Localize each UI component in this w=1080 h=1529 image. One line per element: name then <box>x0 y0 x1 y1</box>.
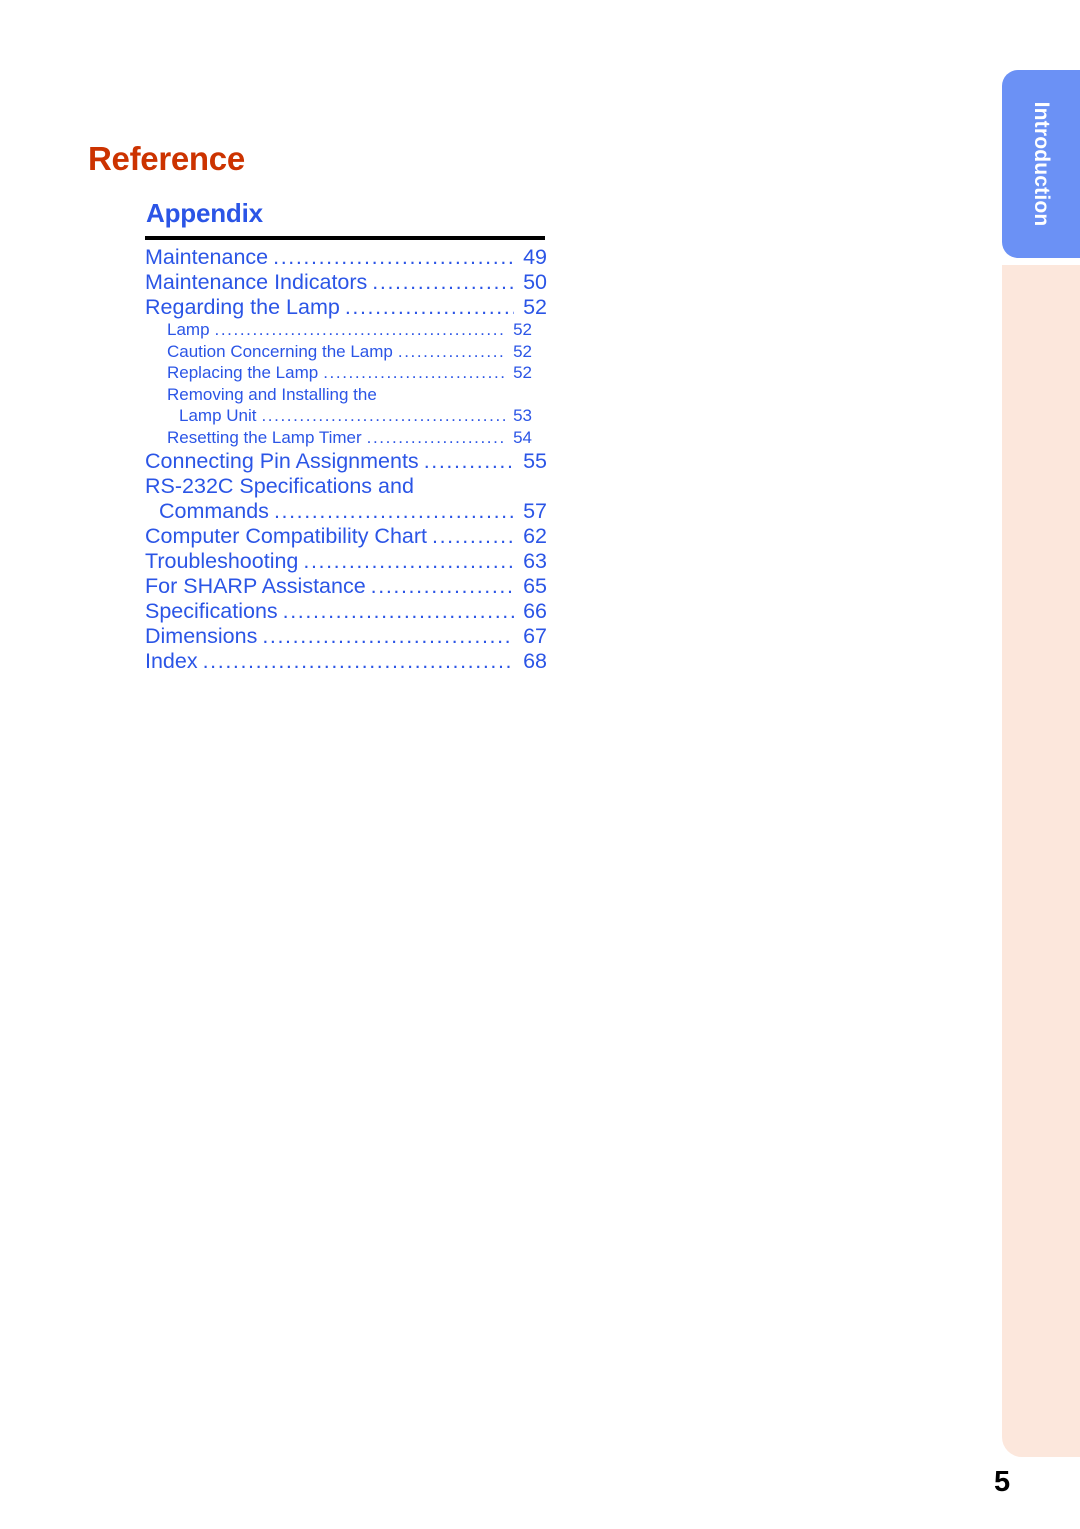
toc-leader-dots: ........................................… <box>282 599 514 623</box>
toc-entry[interactable]: Maintenance Indicators..................… <box>145 270 547 295</box>
toc-entry[interactable]: RS-232C Specifications and..............… <box>145 474 547 499</box>
section-title-appendix: Appendix <box>146 198 263 228</box>
table-of-contents: Maintenance.............................… <box>145 245 547 674</box>
toc-entry[interactable]: Resetting the Lamp Timer................… <box>145 428 547 450</box>
toc-entry[interactable]: Specifications..........................… <box>145 599 547 624</box>
toc-leader-dots: ........................................… <box>366 427 506 447</box>
toc-leader-dots: ........................................… <box>273 499 514 523</box>
toc-entry-page-number: 66 <box>523 599 547 623</box>
toc-entry-page-number: 67 <box>523 624 547 648</box>
toc-entry-title: RS-232C Specifications and <box>145 474 414 498</box>
toc-entry-title: Lamp <box>167 320 210 339</box>
toc-entry-title: Specifications <box>145 599 278 623</box>
page-number: 5 <box>994 1466 1011 1498</box>
toc-entry-title: Replacing the Lamp <box>167 363 319 382</box>
toc-entry-title: Index <box>145 649 198 673</box>
toc-entry[interactable]: Lamp Unit...............................… <box>145 406 547 428</box>
toc-entry-title: Connecting Pin Assignments <box>145 449 419 473</box>
toc-entry-page-number: 52 <box>513 341 532 361</box>
toc-leader-dots: ........................................… <box>344 295 514 319</box>
toc-leader-dots: ........................................… <box>214 320 506 339</box>
toc-entry-title: Dimensions <box>145 624 258 648</box>
toc-entry-page-number: 49 <box>523 245 547 269</box>
page-title-reference: Reference <box>88 140 245 177</box>
toc-entry-title: Lamp Unit <box>179 406 257 425</box>
toc-entry[interactable]: Connecting Pin Assignments..............… <box>145 449 547 474</box>
section-tab-label: Introduction <box>1030 101 1053 227</box>
toc-entry-page-number: 63 <box>523 549 547 573</box>
toc-leader-dots: ........................................… <box>370 574 514 598</box>
toc-entry-page-number: 54 <box>513 427 532 447</box>
toc-entry[interactable]: Removing and Installing the.............… <box>145 385 547 407</box>
toc-entry-title: Regarding the Lamp <box>145 295 340 319</box>
toc-entry-page-number: 52 <box>523 295 547 319</box>
section-tab-introduction: Introduction <box>1002 70 1080 258</box>
toc-entry-title: Removing and Installing the <box>167 384 377 404</box>
toc-entry[interactable]: Regarding the Lamp......................… <box>145 295 547 320</box>
toc-entry[interactable]: Commands................................… <box>145 499 547 524</box>
toc-entry[interactable]: Caution Concerning the Lamp.............… <box>145 342 547 364</box>
toc-entry-title: Computer Compatibility Chart <box>145 524 427 548</box>
toc-leader-dots: ........................................… <box>273 245 514 269</box>
toc-entry[interactable]: For SHARP Assistance....................… <box>145 574 547 599</box>
toc-leader-dots: ........................................… <box>372 270 514 294</box>
toc-entry-title: Troubleshooting <box>145 549 299 573</box>
toc-leader-dots: ........................................… <box>202 649 514 673</box>
toc-leader-dots: ........................................… <box>303 549 514 573</box>
toc-entry-title: Resetting the Lamp Timer <box>167 427 362 447</box>
toc-entry[interactable]: Computer Compatibility Chart............… <box>145 524 547 549</box>
toc-entry-page-number: 57 <box>523 499 547 523</box>
toc-leader-dots: ........................................… <box>397 341 506 361</box>
toc-entry[interactable]: Index...................................… <box>145 649 547 674</box>
toc-leader-dots: ........................................… <box>423 449 514 473</box>
toc-entry-page-number: 62 <box>523 524 547 548</box>
toc-entry-title: Maintenance <box>145 245 269 269</box>
toc-entry-page-number: 68 <box>523 649 547 673</box>
toc-entry-title: Caution Concerning the Lamp <box>167 341 393 361</box>
toc-entry-title: Maintenance Indicators <box>145 270 368 294</box>
toc-entry-page-number: 65 <box>523 574 547 598</box>
toc-entry-title: For SHARP Assistance <box>145 574 366 598</box>
toc-entry-title: Commands <box>159 499 269 523</box>
section-color-strip <box>1002 265 1080 1457</box>
toc-entry-page-number: 53 <box>513 406 532 425</box>
toc-entry[interactable]: Lamp....................................… <box>145 320 547 342</box>
toc-leader-dots: ........................................… <box>432 524 514 548</box>
toc-leader-dots: ........................................… <box>323 363 506 382</box>
document-page: Introduction Reference Appendix Maintena… <box>0 0 1080 1529</box>
toc-entry-page-number: 52 <box>513 363 532 382</box>
section-title-underline <box>145 236 545 240</box>
toc-entry[interactable]: Troubleshooting.........................… <box>145 549 547 574</box>
toc-leader-dots: ........................................… <box>261 406 506 425</box>
toc-entry-page-number: 55 <box>523 449 547 473</box>
toc-entry[interactable]: Maintenance.............................… <box>145 245 547 270</box>
toc-entry-page-number: 52 <box>513 320 532 339</box>
toc-entry-page-number: 50 <box>523 270 547 294</box>
toc-leader-dots: ........................................… <box>262 624 514 648</box>
toc-entry[interactable]: Replacing the Lamp......................… <box>145 363 547 385</box>
toc-entry[interactable]: Dimensions..............................… <box>145 624 547 649</box>
